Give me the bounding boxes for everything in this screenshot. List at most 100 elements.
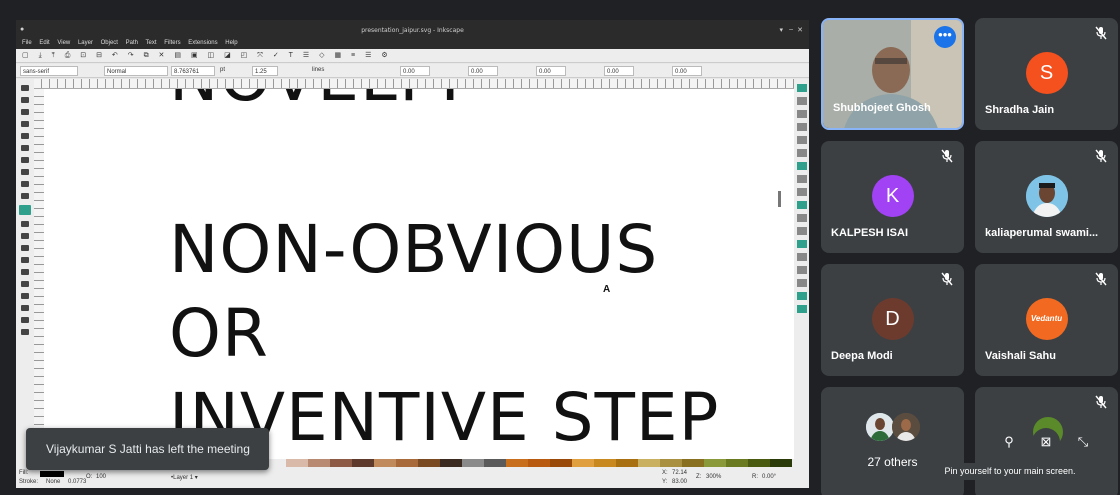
palette-swatch[interactable] [330,459,352,467]
circle-tool-icon[interactable] [21,121,29,127]
zoom-tool-icon[interactable] [21,317,29,323]
spiral-tool-icon[interactable] [21,157,29,163]
ungroup-icon[interactable]: ⤧ [257,49,263,63]
palette-swatch[interactable] [550,459,572,467]
more-options-icon[interactable]: ••• [934,26,956,48]
zoom-icon[interactable]: ⊡ [80,49,86,63]
snap-grid-icon[interactable] [796,292,807,300]
3d-box-tool-icon[interactable] [21,145,29,151]
unlink-icon[interactable]: ◪ [224,49,231,63]
snap-object-center-icon[interactable] [796,240,807,248]
calligraphy-tool-icon[interactable] [21,193,29,199]
cut-icon[interactable]: ✕ [159,49,165,63]
palette-swatch[interactable] [660,459,682,467]
rotation-field[interactable]: 0.00 [672,66,702,76]
palette-swatch[interactable] [770,459,792,467]
palette-swatch[interactable] [572,459,594,467]
snap-center-icon[interactable] [796,149,807,157]
zoom-value[interactable]: 300% [706,474,721,480]
snap-path-icon[interactable] [796,175,807,183]
undo-icon[interactable]: ↶ [112,49,118,63]
inkscape-canvas[interactable]: NOVELTY NON-OBVIOUS OR INVENTIVE STEP [44,89,794,459]
snap-edge-icon[interactable] [796,110,807,118]
palette-swatch[interactable] [748,459,770,467]
measure-tool-icon[interactable] [21,329,29,335]
snap-smooth-icon[interactable] [796,214,807,222]
palette-swatch[interactable] [638,459,660,467]
mesh-tool-icon[interactable] [21,233,29,239]
duplicate-icon[interactable]: ▣ [191,49,198,63]
print-icon[interactable]: ⎙ [65,49,71,63]
snap-nodes-icon[interactable] [796,162,807,170]
menu-help[interactable]: Help [225,40,237,46]
font-family-field[interactable]: sans-serif [20,66,78,76]
participant-tile[interactable]: K KALPESH ISAI [821,141,964,253]
opacity-value[interactable]: 100 [96,474,106,480]
letter-spacing-field[interactable]: 0.00 [400,66,430,76]
window-menu-icon[interactable]: ▾ [779,26,783,34]
star-tool-icon[interactable] [21,133,29,139]
selector-tool-icon[interactable] [21,85,29,91]
align-icon[interactable]: ▦ [334,49,341,63]
snap-line-midpoint-icon[interactable] [796,227,807,235]
minimize-icon[interactable]: ⤡ [1069,428,1097,456]
vertical-shift-field[interactable]: 0.00 [604,66,634,76]
palette-swatch[interactable] [462,459,484,467]
font-unit-select[interactable]: pt [220,67,225,73]
pen-tool-icon[interactable] [21,181,29,187]
grid-remove-icon[interactable]: ⊠ [1032,428,1060,456]
palette-swatch[interactable] [286,459,308,467]
kerning-field[interactable]: 0.00 [536,66,566,76]
palette-swatch[interactable] [484,459,506,467]
paste-icon[interactable]: ▤ [174,49,181,63]
dropper-tool-icon[interactable] [21,245,29,251]
menu-extensions[interactable]: Extensions [188,40,217,46]
layer-select[interactable]: •Layer 1 ▾ [171,474,198,481]
fill-swatch[interactable] [40,471,64,477]
menu-file[interactable]: File [22,40,32,46]
eraser-tool-icon[interactable] [21,293,29,299]
palette-swatch[interactable] [594,459,616,467]
font-style-field[interactable]: Normal [104,66,168,76]
pencil-tool-icon[interactable] [21,169,29,175]
zoom-page-icon[interactable]: ⊟ [96,49,102,63]
snap-cusp-icon[interactable] [796,201,807,209]
menu-layer[interactable]: Layer [78,40,93,46]
redo-icon[interactable]: ↷ [128,49,134,63]
participant-tile[interactable]: S Shradha Jain [975,18,1118,130]
snap-text-baseline-icon[interactable] [796,266,807,274]
text-tool-icon[interactable] [19,205,31,215]
palette-swatch[interactable] [418,459,440,467]
participant-tile[interactable]: kaliaperumal swami... [975,141,1118,253]
palette-swatch[interactable] [682,459,704,467]
rotation-value[interactable]: 0.00° [762,474,776,480]
snap-page-icon[interactable] [796,279,807,287]
export-icon[interactable]: ⤒ [52,49,55,63]
menu-text[interactable]: Text [146,40,157,46]
snap-intersection-icon[interactable] [796,188,807,196]
menu-edit[interactable]: Edit [39,40,49,46]
snap-corner-icon[interactable] [796,123,807,131]
snap-rotation-icon[interactable] [796,253,807,261]
spray-tool-icon[interactable] [21,281,29,287]
palette-swatch[interactable] [528,459,550,467]
connector-tool-icon[interactable] [21,305,29,311]
palette-swatch[interactable] [440,459,462,467]
palette-swatch[interactable] [308,459,330,467]
line-unit-select[interactable]: lines [312,67,324,73]
palette-swatch[interactable] [704,459,726,467]
snap-toggle-icon[interactable] [796,84,807,92]
participant-tile[interactable]: Vedantu Vaishali Sahu [975,264,1118,376]
menu-view[interactable]: View [57,40,70,46]
text-icon[interactable]: T [289,49,293,63]
snap-guide-icon[interactable] [796,305,807,313]
copy-icon[interactable]: ⧉ [144,49,149,63]
palette-swatch[interactable] [374,459,396,467]
minimize-window-icon[interactable]: – [789,26,793,33]
menu-object[interactable]: Object [101,40,118,46]
participant-tile[interactable]: D Deepa Modi [821,264,964,376]
paint-bucket-tool-icon[interactable] [21,257,29,263]
palette-swatch[interactable] [352,459,374,467]
participant-tile-self[interactable]: ••• Shubhojeet Ghosh [821,18,964,130]
line-height-field[interactable]: 1.25 [252,66,278,76]
